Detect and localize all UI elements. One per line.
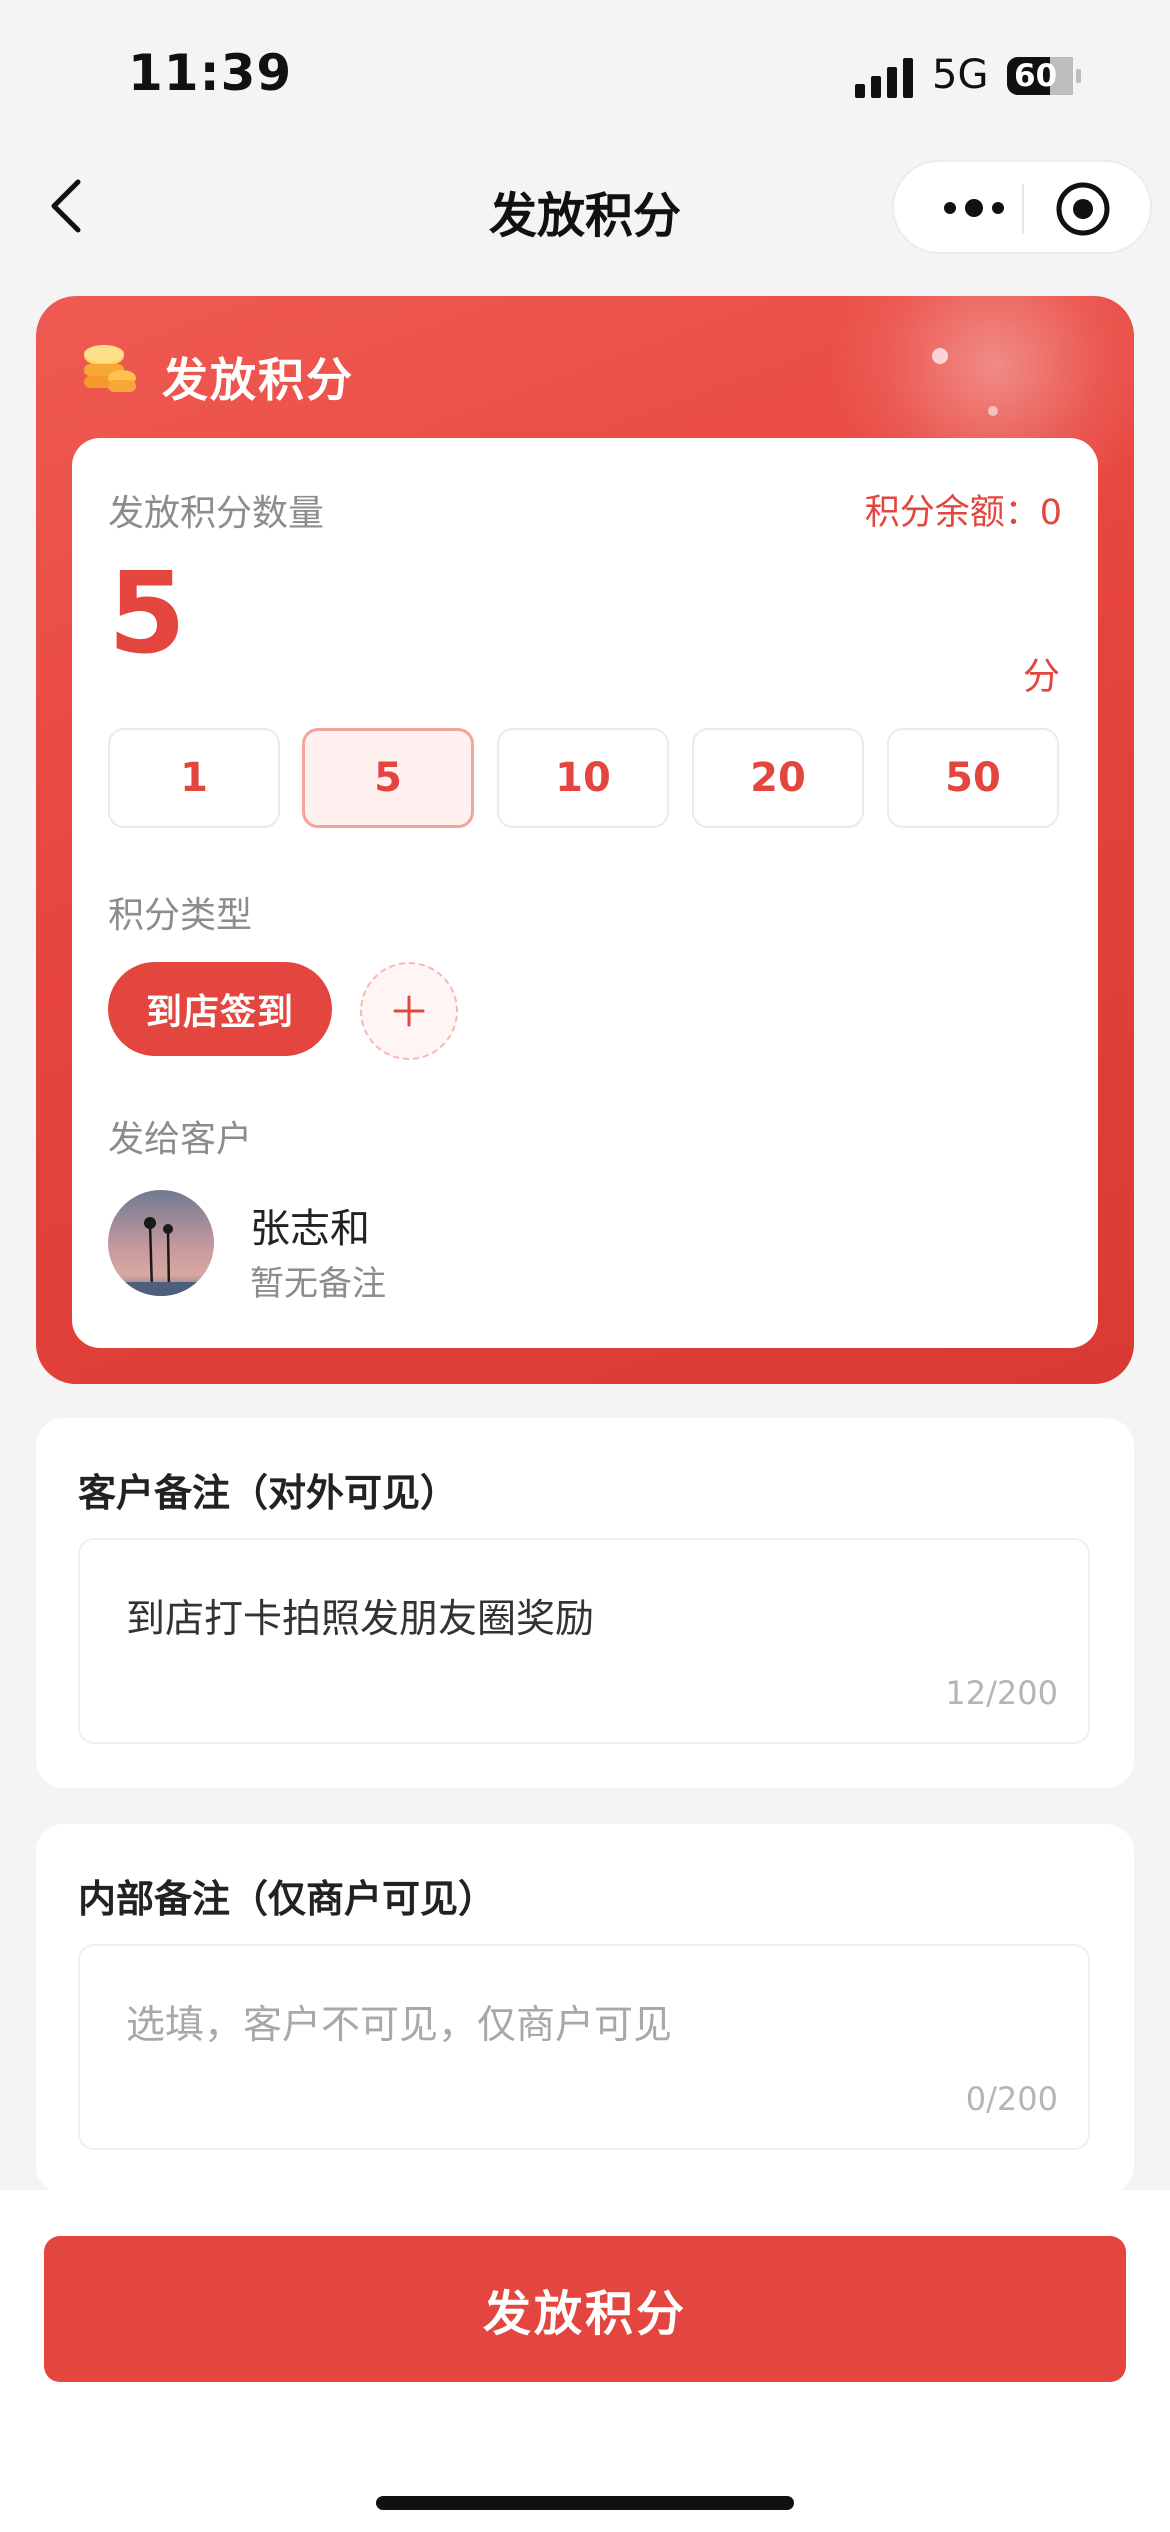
battery-level: 60: [1014, 58, 1058, 94]
amount-option-20[interactable]: 20: [692, 728, 864, 828]
customer-remark-text: 到店打卡拍照发朋友圈奖励: [126, 1597, 595, 1642]
status-time: 11:39: [128, 44, 293, 102]
points-unit: 分: [1023, 655, 1060, 698]
mini-program-capsule: [892, 160, 1152, 254]
amount-option-50[interactable]: 50: [887, 728, 1059, 828]
customer-label: 发给客户: [108, 1119, 253, 1160]
home-indicator: [376, 2496, 794, 2510]
network-type: 5G: [932, 52, 989, 98]
internal-remark-section: 内部备注（仅商户可见） 选填，客户不可见，仅商户可见 0/200: [36, 1824, 1134, 2194]
customer-avatar: [108, 1190, 214, 1296]
quick-amount-options: 1 5 10 20 50: [108, 728, 1064, 828]
points-type-chip[interactable]: 到店签到: [108, 962, 332, 1056]
amount-option-5[interactable]: 5: [302, 728, 474, 828]
more-icon[interactable]: [930, 186, 1020, 230]
customer-remark-input[interactable]: 到店打卡拍照发朋友圈奖励 12/200: [78, 1538, 1090, 1744]
coin-stack-icon: [84, 345, 136, 392]
capsule-divider: [1022, 184, 1024, 234]
amount-option-1[interactable]: 1: [108, 728, 280, 828]
points-balance: 积分余额：0: [864, 493, 1062, 533]
internal-remark-input[interactable]: 选填，客户不可见，仅商户可见 0/200: [78, 1944, 1090, 2150]
internal-remark-counter: 0/200: [965, 2080, 1058, 2118]
points-amount[interactable]: 5: [108, 558, 186, 670]
customer-name: 张志和: [250, 1206, 370, 1252]
customer-note: 暂无备注: [250, 1264, 386, 1304]
card-title: 发放积分: [162, 353, 354, 407]
type-label: 积分类型: [108, 895, 253, 936]
points-card: 发放积分 发放积分数量 积分余额：0 5 分 1 5 10 20 50 积分类型…: [36, 296, 1134, 1384]
add-type-button[interactable]: [360, 962, 458, 1060]
quantity-label: 发放积分数量: [108, 493, 325, 534]
customer-remark-section: 客户备注（对外可见） 到店打卡拍照发朋友圈奖励 12/200: [36, 1418, 1134, 1788]
internal-remark-title: 内部备注（仅商户可见）: [78, 1877, 497, 1921]
battery-icon: 60: [1006, 56, 1082, 96]
cellular-signal-icon: [855, 58, 913, 98]
bottom-action-bar: 发放积分: [0, 2190, 1170, 2532]
status-bar: 11:39 5G 60: [0, 0, 1170, 150]
internal-remark-placeholder: 选填，客户不可见，仅商户可见: [126, 2003, 673, 2048]
customer-remark-title: 客户备注（对外可见）: [78, 1471, 459, 1515]
plus-icon: [393, 995, 425, 1027]
customer-remark-counter: 12/200: [945, 1674, 1058, 1712]
points-form-panel: 发放积分数量 积分余额：0 5 分 1 5 10 20 50 积分类型 到店签到…: [72, 438, 1098, 1348]
close-target-icon[interactable]: [1054, 180, 1112, 238]
submit-points-button[interactable]: 发放积分: [44, 2236, 1126, 2382]
sparkle-dot: [988, 406, 998, 416]
amount-option-10[interactable]: 10: [497, 728, 669, 828]
sparkle-dot: [932, 348, 948, 364]
